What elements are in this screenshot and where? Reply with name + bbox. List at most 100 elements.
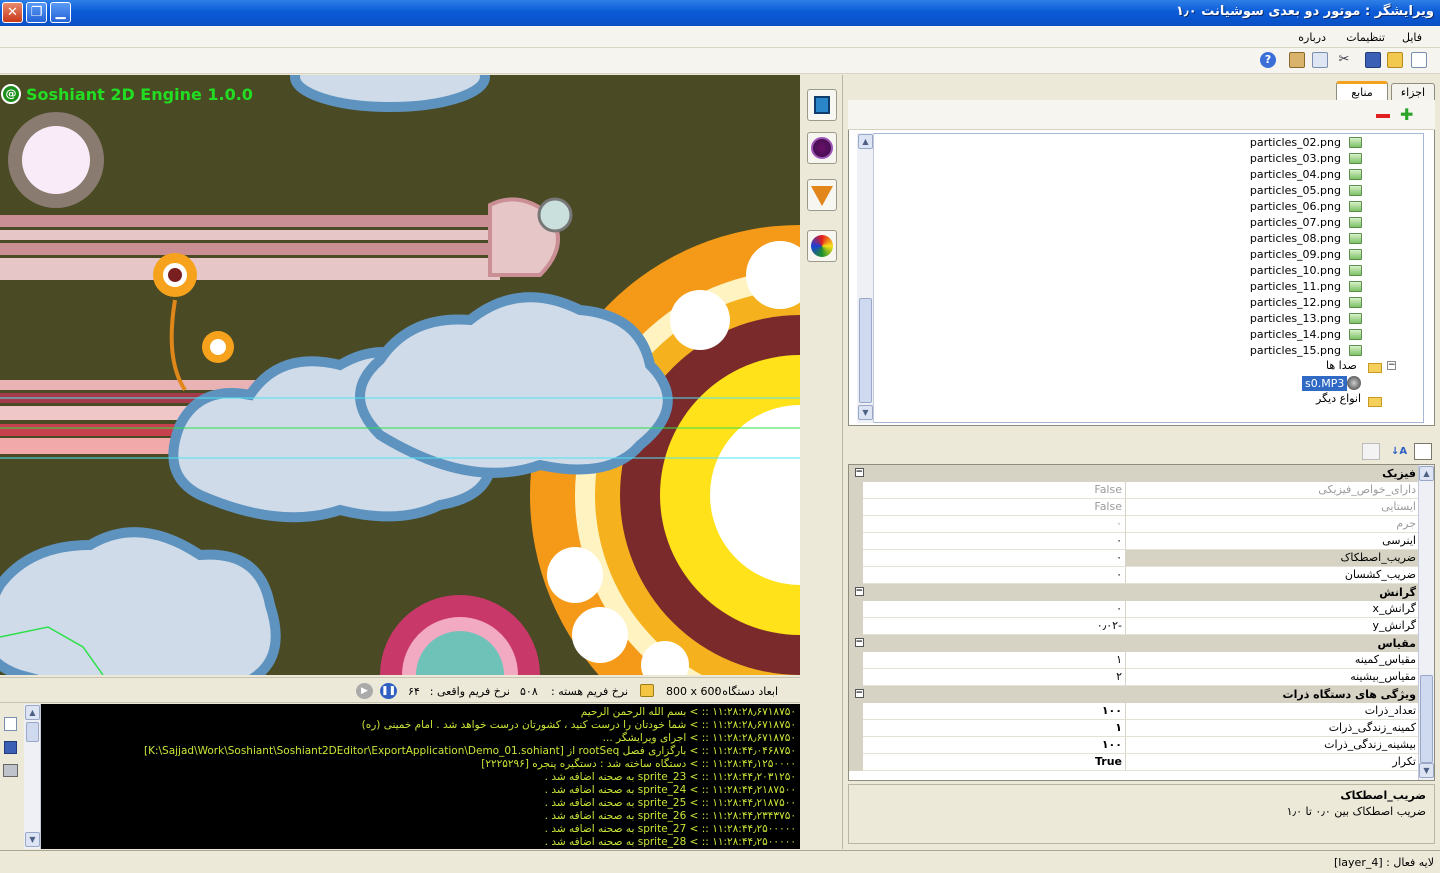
scroll-down-icon[interactable]: ▼	[1419, 763, 1434, 778]
property-pages-icon[interactable]	[1362, 443, 1380, 460]
property-scrollbar[interactable]: ▲ ▼	[1418, 465, 1434, 780]
tree-file-item[interactable]: particles_13.png	[1240, 311, 1420, 327]
tree-file-item[interactable]: particles_07.png	[1240, 215, 1420, 231]
tree-file-item[interactable]: particles_11.png	[1240, 279, 1420, 295]
collapse-toggle-icon[interactable]: −	[855, 689, 864, 698]
prop-value[interactable]: False	[863, 499, 1125, 516]
tree-file-item[interactable]: particles_09.png	[1240, 247, 1420, 263]
scroll-thumb[interactable]	[26, 722, 39, 742]
sound-file-item[interactable]: s0.MP3	[1302, 376, 1348, 391]
category-emitter[interactable]: ویژگی های دستگاه ذرات −	[849, 686, 1419, 703]
prop-value[interactable]: ۰	[863, 550, 1125, 567]
prop-value[interactable]: ۱۰۰	[863, 737, 1125, 754]
others-folder-label[interactable]: انواع دیگر	[1316, 392, 1361, 405]
tree-file-item[interactable]: particles_03.png	[1240, 151, 1420, 167]
prop-value[interactable]: ۱	[863, 652, 1125, 669]
sounds-folder[interactable]	[1368, 361, 1382, 374]
prop-row[interactable]: ۰ اینرسی	[849, 533, 1419, 550]
prop-value[interactable]: ۰	[863, 567, 1125, 584]
prop-value[interactable]: -۰٫۰۲	[863, 618, 1125, 635]
scroll-thumb[interactable]	[1420, 675, 1433, 763]
prop-row[interactable]: ۰ گرانش_x	[849, 601, 1419, 618]
lock-icon[interactable]	[640, 684, 654, 697]
restore-button[interactable]: ❐	[26, 2, 47, 23]
prop-value[interactable]: True	[863, 754, 1125, 771]
minimize-button[interactable]: ▁	[50, 2, 71, 23]
play-icon[interactable]: ▶	[356, 683, 373, 699]
tab-resources[interactable]: منابع	[1336, 81, 1388, 101]
prop-row[interactable]: ۱۰۰ بیشینه_زندگی_ذرات	[849, 737, 1419, 754]
new-file-icon[interactable]	[1411, 52, 1427, 68]
scroll-thumb[interactable]	[859, 298, 872, 403]
tree-file-item[interactable]: particles_12.png	[1240, 295, 1420, 311]
prop-row[interactable]: ۱ کمینه_زندگی_ذرات	[849, 720, 1419, 737]
menu-file[interactable]: فایل	[1402, 31, 1422, 44]
console-message: :: > شما خودتان را درست کنید ، کشورتان د…	[361, 719, 709, 731]
collapse-toggle-icon[interactable]: −	[855, 638, 864, 647]
cut-icon[interactable]: ✂	[1336, 52, 1352, 68]
collapse-toggle-icon[interactable]: −	[855, 468, 864, 477]
prop-value[interactable]: ۱۰۰	[863, 703, 1125, 720]
prop-row[interactable]: ۰ ضریب_کشسان	[849, 567, 1419, 584]
remove-icon[interactable]	[1376, 114, 1390, 118]
scene-viewport[interactable]: @ Soshiant 2D Engine 1.0.0	[0, 75, 800, 675]
prop-row[interactable]: True تکرار	[849, 754, 1419, 771]
new-log-icon[interactable]	[4, 717, 17, 731]
open-folder-icon[interactable]	[1387, 52, 1403, 68]
tree-file-item[interactable]: particles_05.png	[1240, 183, 1420, 199]
tree-scrollbar[interactable]: ▲ ▼	[857, 133, 874, 423]
prop-value[interactable]: ۰	[863, 533, 1125, 550]
prop-value[interactable]: False	[863, 482, 1125, 499]
tree-file-item[interactable]: particles_08.png	[1240, 231, 1420, 247]
prop-value[interactable]: ۰	[863, 516, 1125, 533]
scroll-down-icon[interactable]: ▼	[858, 405, 873, 420]
sounds-folder-label[interactable]: صدا ها	[1326, 359, 1357, 372]
vortex-tool-icon[interactable]	[807, 132, 837, 164]
sprite-tool-icon[interactable]	[807, 89, 837, 121]
category-gravity[interactable]: گرانش −	[849, 584, 1419, 601]
tree-file-item[interactable]: particles_10.png	[1240, 263, 1420, 279]
help-icon[interactable]: ?	[1260, 52, 1276, 68]
scroll-up-icon[interactable]: ▲	[1419, 466, 1434, 481]
tree-file-item[interactable]: particles_06.png	[1240, 199, 1420, 215]
category-physics[interactable]: فیزیک −	[849, 465, 1419, 482]
collapse-toggle-icon[interactable]: −	[855, 587, 864, 596]
close-button[interactable]: ✕	[2, 2, 23, 23]
copy-icon[interactable]	[1312, 52, 1328, 68]
collapse-toggle-icon[interactable]: −	[1387, 361, 1396, 370]
categorized-view-icon[interactable]	[1414, 443, 1432, 460]
prop-row[interactable]: ۲ مقیاس_بیشینه	[849, 669, 1419, 686]
pause-icon[interactable]: ❚❚	[380, 683, 397, 699]
prop-row[interactable]: -۰٫۰۲ گرانش_y	[849, 618, 1419, 635]
console-scrollbar[interactable]: ▲ ▼	[24, 704, 41, 849]
prop-value[interactable]: ۱	[863, 720, 1125, 737]
tree-file-item[interactable]: particles_04.png	[1240, 167, 1420, 183]
scroll-down-icon[interactable]: ▼	[25, 832, 40, 847]
save-icon[interactable]	[1365, 52, 1381, 68]
others-folder[interactable]	[1368, 395, 1382, 408]
menu-about[interactable]: درباره	[1298, 31, 1326, 44]
prop-row-selected[interactable]: ۰ ضریب_اصطکاک	[849, 550, 1419, 567]
save-log-icon[interactable]	[4, 741, 17, 754]
prop-row[interactable]: False دارای_خواص_فیزیکی	[849, 482, 1419, 499]
prop-row[interactable]: ۱۰۰ تعداد_ذرات	[849, 703, 1419, 720]
prop-value[interactable]: ۰	[863, 601, 1125, 618]
funnel-tool-icon[interactable]	[807, 179, 837, 211]
property-grid[interactable]: فیزیک − False دارای_خواص_فیزیکی False ایستا…	[848, 464, 1435, 781]
sort-az-icon[interactable]: ↓A	[1390, 443, 1408, 460]
menu-settings[interactable]: تنظیمات	[1346, 31, 1385, 44]
add-icon[interactable]: ✚	[1400, 107, 1413, 123]
category-scale[interactable]: مقیاس −	[849, 635, 1419, 652]
tree-file-item[interactable]: particles_02.png	[1240, 135, 1420, 151]
tree-file-item[interactable]: particles_14.png	[1240, 327, 1420, 343]
prop-value[interactable]: ۲	[863, 669, 1125, 686]
scroll-up-icon[interactable]: ▲	[858, 134, 873, 149]
tree-file-item[interactable]: particles_15.png	[1240, 343, 1420, 359]
print-icon[interactable]	[3, 764, 18, 777]
color-tool-icon[interactable]	[807, 230, 837, 262]
paste-icon[interactable]	[1289, 52, 1305, 68]
scroll-up-icon[interactable]: ▲	[25, 705, 40, 720]
prop-row[interactable]: False ایستایی	[849, 499, 1419, 516]
prop-row[interactable]: ۱ مقیاس_کمینه	[849, 652, 1419, 669]
prop-row[interactable]: ۰ جرم	[849, 516, 1419, 533]
